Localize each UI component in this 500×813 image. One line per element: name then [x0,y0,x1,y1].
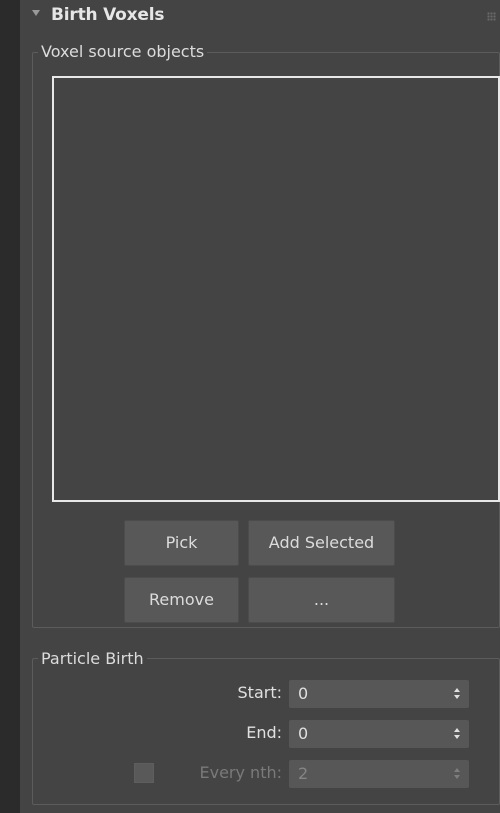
rollout-header[interactable]: Birth Voxels [20,4,496,30]
add-selected-button[interactable]: Add Selected [248,520,395,566]
start-spinner[interactable]: 0 [289,680,469,708]
grip-icon[interactable] [487,12,496,21]
more-options-button[interactable]: ... [248,577,395,623]
every-nth-checkbox[interactable] [134,763,154,783]
end-value[interactable]: 0 [298,724,308,744]
end-label: End: [246,723,282,742]
spinner-arrows-icon[interactable] [454,768,461,780]
every-nth-label: Every nth: [199,763,283,782]
voxel-source-list[interactable] [52,76,500,502]
start-label: Start: [237,683,282,702]
remove-button[interactable]: Remove [124,577,239,623]
spinner-arrows-icon[interactable] [454,688,461,700]
spinner-arrows-icon[interactable] [454,728,461,740]
start-value[interactable]: 0 [298,684,308,704]
birth-voxels-rollout: Birth Voxels Voxel source objects Pick A… [20,0,500,813]
every-nth-spinner[interactable]: 2 [289,760,469,788]
voxel-source-group-title: Voxel source objects [38,42,208,62]
every-nth-value[interactable]: 2 [298,764,308,784]
particle-birth-group-title: Particle Birth [38,649,147,669]
rollout-title: Birth Voxels [51,5,165,25]
end-spinner[interactable]: 0 [289,720,469,748]
pick-button[interactable]: Pick [124,520,239,566]
triangle-down-icon[interactable] [32,10,40,16]
left-edge-strip [0,0,20,813]
